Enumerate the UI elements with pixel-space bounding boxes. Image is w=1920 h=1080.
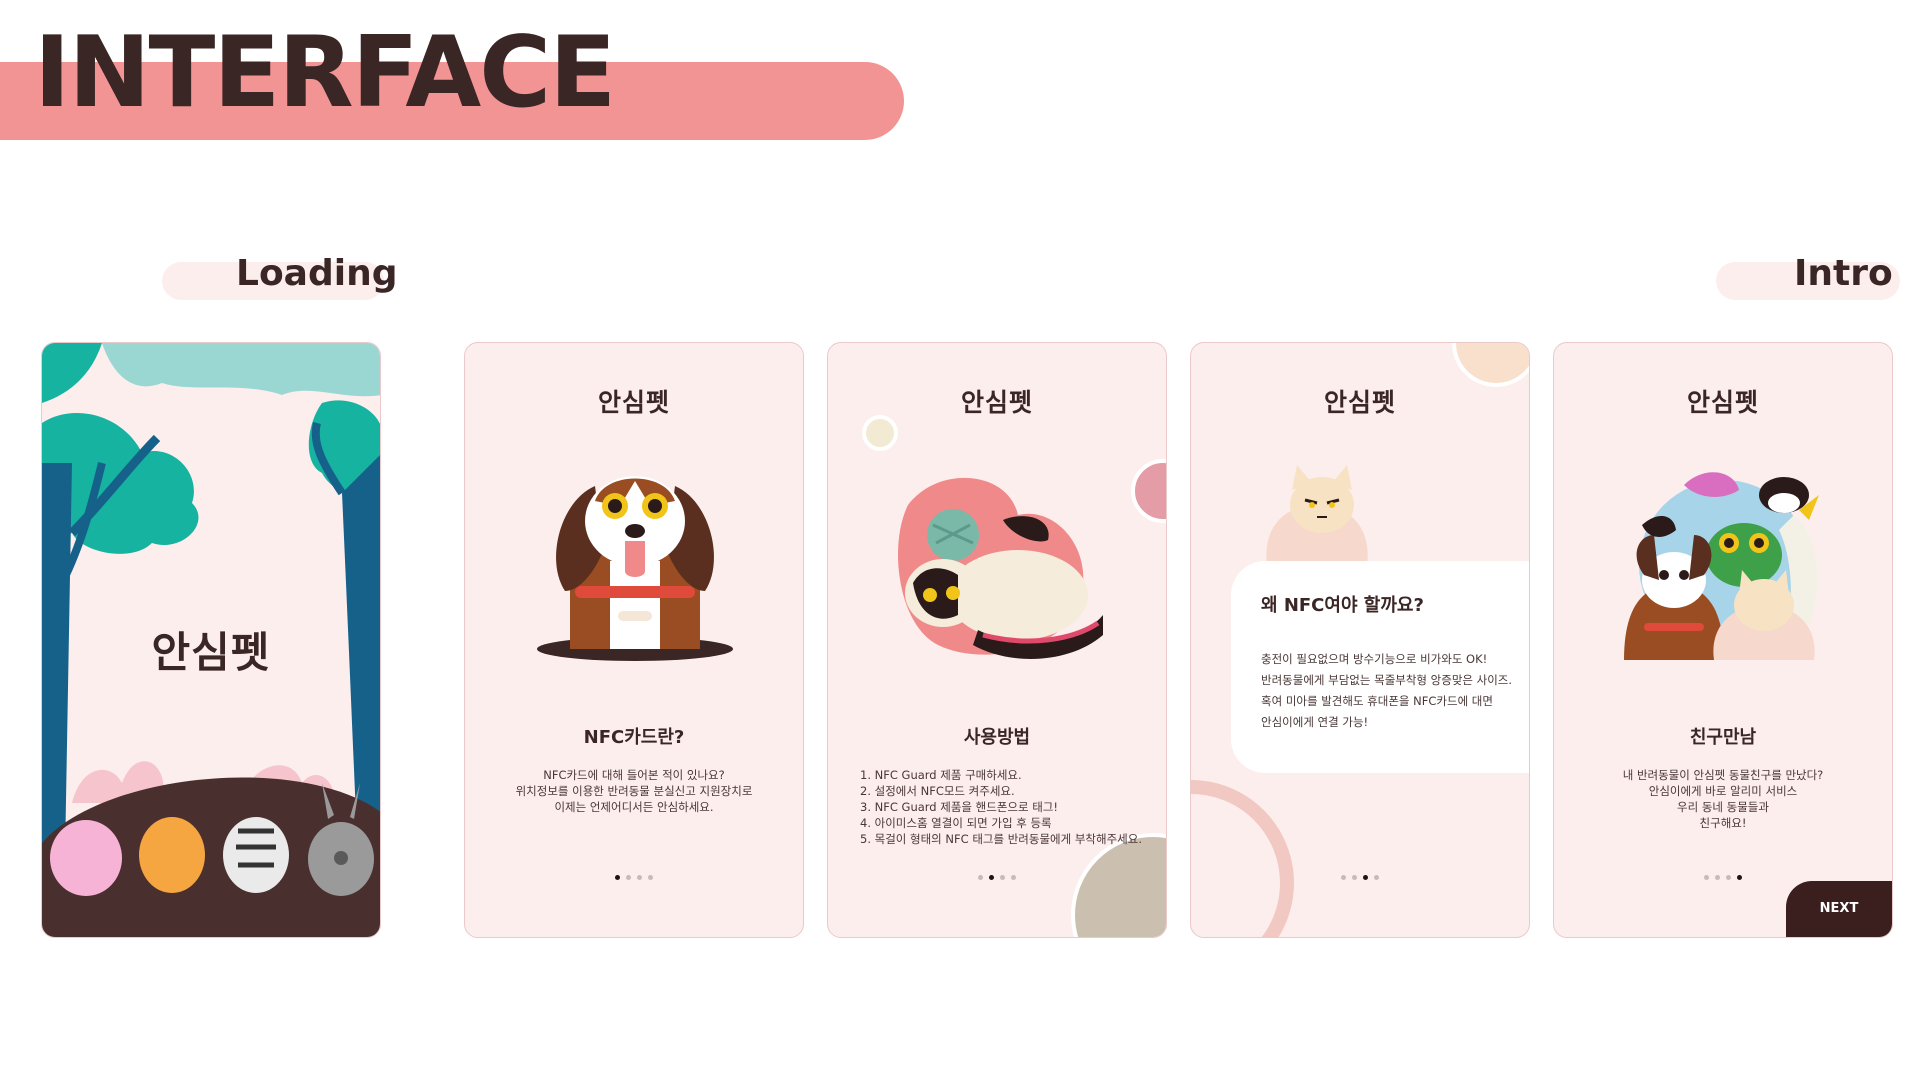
loading-section-label: Loading (236, 253, 398, 294)
usage-step: 1. NFC Guard 제품 구매하세요. (860, 768, 1022, 782)
next-button[interactable]: NEXT (1786, 881, 1892, 937)
page-title: INTERFACE (34, 16, 616, 130)
page-dot-active (989, 875, 994, 880)
persian-cat-illustration (1266, 465, 1368, 565)
page-dot-active (615, 875, 620, 880)
description-line: 안심이에게 바로 알리미 서비스 (1648, 784, 1798, 798)
intro-screen-how-to-use: 안심펫 사용방법 1. NFC Guard 제품 구매하세요. 2. 설정에서 … (827, 342, 1167, 938)
screen-heading: NFC카드란? (583, 727, 685, 748)
page-dot (626, 875, 631, 880)
loading-screen: 안심펫 (41, 342, 381, 938)
intro-screen-nfc-card: 안심펫 NFC카드란? NFC카드에 대해 들어본 적이 있나요? 위치정보를 … (464, 342, 804, 938)
page-dot (1704, 875, 1709, 880)
page-dot (1715, 875, 1720, 880)
card-heading: 왜 NFC여야 할까요? (1261, 595, 1424, 616)
page-dot (1726, 875, 1731, 880)
page-indicator (828, 875, 1166, 880)
intro-screen-meet-friends: 안심펫 친구만남 내 반려동물이 안심펫 동물친구를 만났다? 안심이에게 바로… (1553, 342, 1893, 938)
screen-description: NFC카드에 대해 들어본 적이 있나요? 위치정보를 이용한 반려동물 분실신… (465, 767, 803, 815)
page-dot-active (1737, 875, 1742, 880)
page-dot (978, 875, 983, 880)
page-dot (1374, 875, 1379, 880)
intro-section-label: Intro (1794, 253, 1893, 294)
app-logo: 안심펫 (151, 628, 271, 677)
app-logo: 안심펫 (1323, 388, 1396, 417)
description-line: 우리 동네 동물들과 (1677, 800, 1769, 814)
dog-illustration (537, 476, 733, 661)
screen-description: 내 반려동물이 안심펫 동물친구를 만났다? 안심이에게 바로 알리미 서비스 … (1554, 767, 1892, 831)
page-indicator (465, 875, 803, 880)
description-line: 반려동물에게 부담없는 목줄부착형 앙증맞은 사이즈. (1261, 673, 1513, 687)
app-logo: 안심펫 (960, 388, 1033, 417)
usage-step: 3. NFC Guard 제품을 핸드폰으로 태그! (860, 800, 1058, 814)
description-line: 혹여 미아를 발견해도 휴대폰을 NFC카드에 대면 (1261, 694, 1493, 708)
screen-heading: 사용방법 (963, 727, 1031, 748)
page-dot (1000, 875, 1005, 880)
card-description: 충전이 필요없으며 방수기능으로 비가와도 OK! 반려동물에게 부담없는 목줄… (1261, 649, 1512, 733)
description-line: NFC카드에 대해 들어본 적이 있나요? (543, 768, 725, 782)
cat-with-yarn-illustration (898, 477, 1103, 659)
usage-steps-list: 1. NFC Guard 제품 구매하세요. 2. 설정에서 NFC모드 켜주세… (860, 767, 1142, 847)
intro-screen-why-nfc: 안심펫 왜 NFC여야 할까요? 충전이 필요없으며 방수기능으로 비가와도 O… (1190, 342, 1530, 938)
app-logo: 안심펫 (597, 388, 670, 417)
page-dot (637, 875, 642, 880)
page-dot (648, 875, 653, 880)
usage-step: 5. 목걸이 형태의 NFC 태그를 반려동물에게 부착해주세요. (860, 832, 1142, 846)
description-line: 충전이 필요없으며 방수기능으로 비가와도 OK! (1261, 652, 1488, 666)
description-line: 이제는 언제어디서든 안심하세요. (554, 800, 714, 814)
page-dot (1011, 875, 1016, 880)
page-dot (1341, 875, 1346, 880)
description-line: 위치정보를 이용한 반려동물 분실신고 지원장치로 (515, 784, 753, 798)
screen-heading: 친구만남 (1689, 727, 1757, 748)
usage-step: 2. 설정에서 NFC모드 켜주세요. (860, 784, 1015, 798)
page-indicator (1191, 875, 1529, 880)
description-line: 안심이에게 연결 가능! (1261, 715, 1369, 729)
why-nfc-card: 왜 NFC여야 할까요? 충전이 필요없으며 방수기능으로 비가와도 OK! 반… (1231, 561, 1529, 773)
page-dot-active (1363, 875, 1368, 880)
app-logo: 안심펫 (1686, 388, 1759, 417)
page-dot (1352, 875, 1357, 880)
animal-friends-illustration (1624, 472, 1819, 660)
description-line: 친구해요! (1699, 816, 1747, 830)
usage-step: 4. 아이미스홈 열결이 되면 가입 후 등록 (860, 816, 1052, 830)
description-line: 내 반려동물이 안심펫 동물친구를 만났다? (1622, 768, 1824, 782)
page-indicator (1554, 875, 1892, 880)
